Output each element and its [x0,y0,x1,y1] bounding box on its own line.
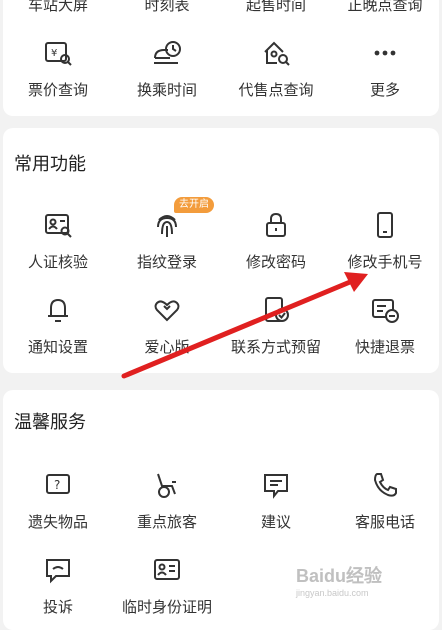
lost-items-label: 遗失物品 [27,513,88,531]
phone-call-icon [373,473,397,497]
key-passenger-label: 重点旅客 [136,513,197,531]
train-clock-icon [154,41,181,64]
transfer-time-label: 换乘时间 [136,81,197,99]
home-search-icon [264,41,290,66]
top-cut-label-1[interactable]: 车站大屏 [3,0,113,15]
care-mode-button[interactable]: 爱心版 [112,295,222,357]
wheelchair-icon [157,473,176,498]
change-password-label: 修改密码 [245,253,306,271]
top-services-card: 车站大屏 时刻表 起售时间 正晚点查询 ¥ 票价查询 换乘时间 代售点查询 更多 [3,0,439,116]
more-dots-icon [374,50,396,56]
id-verify-label: 人证核验 [27,253,88,271]
contact-reserve-button[interactable]: 联系方式预留 [221,295,331,357]
contact-reserve-icon [265,297,289,322]
lock-icon [266,212,286,237]
top-cut-label-3[interactable]: 起售时间 [221,0,331,15]
customer-service-button[interactable]: 客服电话 [330,470,440,532]
complaint-button[interactable]: 投诉 [3,555,113,617]
fingerprint-icon [157,215,177,237]
more-label: 更多 [369,81,400,99]
id-verify-button[interactable]: 人证核验 [3,210,113,272]
complaint-chat-icon [46,559,70,584]
phone-icon [377,212,393,238]
id-verify-icon [45,214,72,238]
customer-service-label: 客服电话 [354,513,415,531]
change-password-button[interactable]: 修改密码 [221,210,331,272]
notification-settings-label: 通知设置 [27,338,88,356]
baidu-watermark: Baidu经验 jingyan.baidu.com [296,562,436,598]
heart-icon [154,300,180,322]
transfer-time-button[interactable]: 换乘时间 [112,38,222,100]
change-phone-button[interactable]: 修改手机号 [330,210,440,272]
message-icon [264,474,288,499]
temp-id-icon [154,559,180,580]
warm-services-title: 温馨服务 [14,412,86,433]
suggestion-button[interactable]: 建议 [221,470,331,532]
more-button[interactable]: 更多 [330,38,440,100]
quick-refund-icon [372,299,399,323]
temp-id-label: 临时身份证明 [121,598,212,616]
fingerprint-login-label: 指纹登录 [136,253,197,271]
question-box-icon: ? [46,474,70,494]
top-cut-label-2[interactable]: 时刻表 [112,0,222,15]
agency-search-label: 代售点查询 [238,81,314,99]
quick-refund-label: 快捷退票 [354,338,415,356]
bell-icon [48,298,68,322]
complaint-label: 投诉 [42,598,73,616]
agency-search-button[interactable]: 代售点查询 [221,38,331,100]
change-phone-label: 修改手机号 [347,253,423,271]
common-functions-title: 常用功能 [14,154,86,175]
watermark-main: Baidu经验 [296,566,383,586]
quick-refund-button[interactable]: 快捷退票 [330,295,440,357]
svg-text:?: ? [54,478,60,492]
top-cut-label-4[interactable]: 正晚点查询 [330,0,440,15]
ticket-price-label: 票价查询 [27,81,88,99]
watermark-sub: jingyan.baidu.com [296,588,369,598]
svg-text:¥: ¥ [51,48,57,59]
care-mode-label: 爱心版 [144,338,190,356]
fingerprint-login-button[interactable]: 指纹登录 [112,210,222,272]
temp-id-button[interactable]: 临时身份证明 [112,555,222,617]
suggestion-label: 建议 [260,513,291,531]
ticket-price-button[interactable]: ¥ 票价查询 [3,38,113,100]
lost-items-button[interactable]: ? 遗失物品 [3,470,113,532]
notification-settings-button[interactable]: 通知设置 [3,295,113,357]
key-passenger-button[interactable]: 重点旅客 [112,470,222,532]
ticket-price-icon: ¥ [45,42,72,66]
common-functions-card: 常用功能 去开启 人证核验 指纹登录 修改密码 修改手机号 通知设置 爱心版 联… [3,128,439,373]
contact-reserve-label: 联系方式预留 [230,338,321,356]
